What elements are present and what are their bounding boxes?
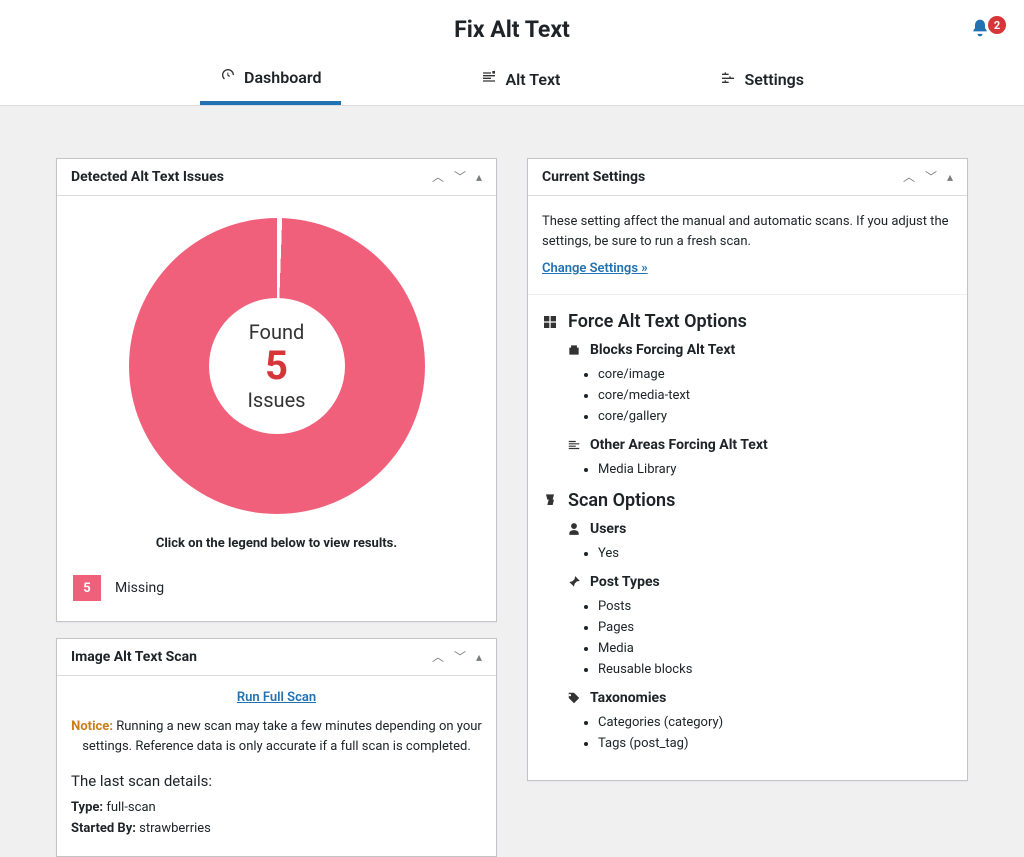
startedby-label: Started By: [71, 821, 136, 836]
card-header: Image Alt Text Scan ︿ ﹀ ▴ [57, 639, 496, 676]
issues-label: Issues [247, 388, 305, 412]
left-column: Detected Alt Text Issues ︿ ﹀ ▴ Found 5 I… [56, 158, 497, 857]
tab-alt-text[interactable]: Alt Text [461, 57, 580, 105]
caret-up-icon[interactable]: ▴ [476, 171, 482, 183]
notice-text: Running a new scan may take a few minute… [82, 719, 482, 754]
caret-up-icon[interactable]: ▴ [947, 171, 953, 183]
pin-icon [566, 574, 582, 590]
scan-card: Image Alt Text Scan ︿ ﹀ ▴ Run Full Scan … [56, 638, 497, 857]
section-title: Scan Options [568, 490, 675, 511]
notification-count-badge: 2 [988, 16, 1006, 34]
caret-up-icon[interactable]: ▴ [476, 651, 482, 663]
other-areas-icon [566, 437, 582, 453]
blocks-icon [566, 342, 582, 358]
card-title: Image Alt Text Scan [71, 649, 197, 665]
notifications[interactable]: 2 [970, 18, 1006, 42]
subsection-users: Users [566, 521, 953, 537]
detected-issues-card: Detected Alt Text Issues ︿ ﹀ ▴ Found 5 I… [56, 158, 497, 622]
users-list: Yes [598, 543, 953, 564]
issues-count: 5 [247, 344, 305, 388]
scan-notice: Notice: Running a new scan may take a fe… [71, 717, 482, 756]
subsection-post-types: Post Types [566, 574, 953, 590]
tab-label: Alt Text [505, 70, 560, 89]
tab-dashboard[interactable]: Dashboard [200, 57, 341, 105]
collapse-down-icon[interactable]: ﹀ [454, 651, 466, 663]
content-area: Detected Alt Text Issues ︿ ﹀ ▴ Found 5 I… [0, 106, 1024, 857]
list-item: Posts [598, 596, 953, 617]
list-item: Media Library [598, 459, 953, 480]
found-label: Found [247, 320, 305, 344]
type-label: Type: [71, 800, 103, 815]
subsection-blocks: Blocks Forcing Alt Text [566, 342, 953, 358]
scan-startedby-row: Started By: strawberries [71, 821, 482, 836]
page-title: Fix Alt Text [0, 16, 1024, 57]
card-actions: ︿ ﹀ ▴ [432, 171, 482, 183]
legend-hint: Click on the legend below to view result… [156, 536, 397, 551]
list-item: Pages [598, 617, 953, 638]
run-full-scan-link[interactable]: Run Full Scan [71, 690, 482, 705]
section-force-alt-text: Force Alt Text Options [542, 311, 953, 332]
alt-text-icon [481, 69, 497, 89]
blocks-list: core/image core/media-text core/gallery [598, 364, 953, 427]
legend-swatch-missing: 5 [73, 575, 101, 601]
card-actions: ︿ ﹀ ▴ [903, 171, 953, 183]
notice-label: Notice: [71, 719, 113, 734]
change-settings-link[interactable]: Change Settings » [542, 261, 648, 276]
list-item: core/image [598, 364, 953, 385]
tab-bar: Dashboard Alt Text Settings [0, 57, 1024, 105]
card-actions: ︿ ﹀ ▴ [432, 651, 482, 663]
subsection-title: Post Types [590, 574, 660, 590]
settings-icon [720, 69, 736, 89]
top-bar: Fix Alt Text 2 Dashboard Alt Text [0, 0, 1024, 106]
subsection-title: Blocks Forcing Alt Text [590, 342, 735, 358]
force-icon [542, 314, 558, 330]
donut-center: Found 5 Issues [247, 320, 305, 412]
card-header: Detected Alt Text Issues ︿ ﹀ ▴ [57, 159, 496, 196]
tag-icon [566, 690, 582, 706]
card-header: Current Settings ︿ ﹀ ▴ [528, 159, 967, 196]
scan-type-row: Type: full-scan [71, 800, 482, 815]
tab-label: Dashboard [244, 68, 321, 87]
tab-settings[interactable]: Settings [700, 57, 824, 105]
list-item: Yes [598, 543, 953, 564]
right-column: Current Settings ︿ ﹀ ▴ These setting aff… [527, 158, 968, 781]
bell-icon [970, 18, 990, 42]
list-item: Media [598, 638, 953, 659]
divider [528, 294, 967, 295]
collapse-down-icon[interactable]: ﹀ [925, 171, 937, 183]
section-scan-options: Scan Options [542, 490, 953, 511]
list-item: core/gallery [598, 406, 953, 427]
subsection-title: Users [590, 521, 626, 537]
subsection-title: Other Areas Forcing Alt Text [590, 437, 768, 453]
list-item: Reusable blocks [598, 659, 953, 680]
tab-label: Settings [744, 70, 804, 89]
last-scan-heading: The last scan details: [71, 772, 482, 790]
collapse-up-icon[interactable]: ︿ [903, 171, 915, 183]
current-settings-card: Current Settings ︿ ﹀ ▴ These setting aff… [527, 158, 968, 781]
taxonomies-list: Categories (category) Tags (post_tag) [598, 712, 953, 754]
startedby-value: strawberries [136, 821, 211, 836]
collapse-down-icon[interactable]: ﹀ [454, 171, 466, 183]
collapse-up-icon[interactable]: ︿ [432, 651, 444, 663]
dashboard-icon [220, 67, 236, 87]
section-title: Force Alt Text Options [568, 311, 747, 332]
legend-row[interactable]: 5 Missing [71, 575, 482, 607]
users-icon [566, 521, 582, 537]
settings-description: These setting affect the manual and auto… [542, 212, 953, 251]
other-areas-list: Media Library [598, 459, 953, 480]
subsection-other-areas: Other Areas Forcing Alt Text [566, 437, 953, 453]
list-item: core/media-text [598, 385, 953, 406]
post-types-list: Posts Pages Media Reusable blocks [598, 596, 953, 680]
legend-label-missing: Missing [115, 580, 164, 596]
subsection-taxonomies: Taxonomies [566, 690, 953, 706]
list-item: Categories (category) [598, 712, 953, 733]
subsection-title: Taxonomies [590, 690, 666, 706]
card-title: Detected Alt Text Issues [71, 169, 224, 185]
collapse-up-icon[interactable]: ︿ [432, 171, 444, 183]
card-title: Current Settings [542, 169, 645, 185]
type-value: full-scan [103, 800, 156, 815]
scan-icon [542, 493, 558, 509]
issues-donut-chart[interactable]: Found 5 Issues [129, 218, 425, 514]
list-item: Tags (post_tag) [598, 733, 953, 754]
